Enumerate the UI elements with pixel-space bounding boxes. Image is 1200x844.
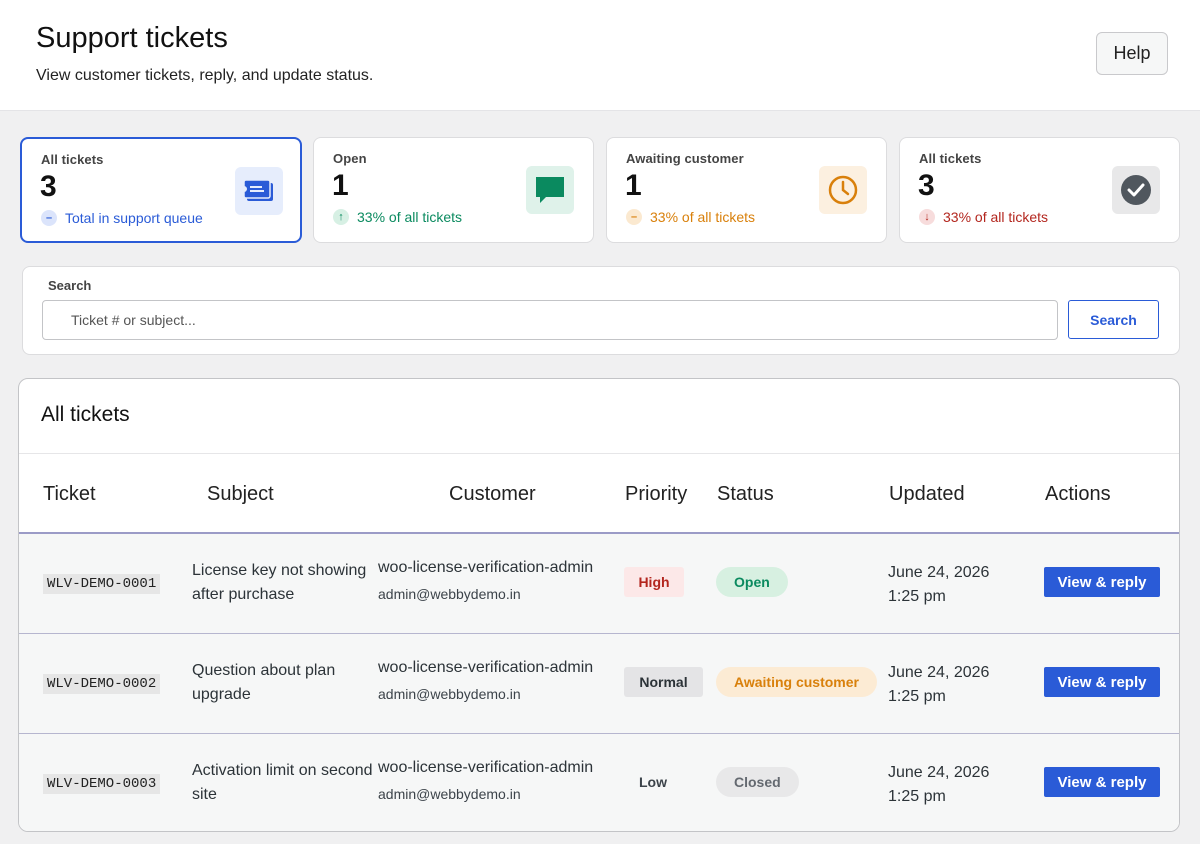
column-header-customer: Customer [449, 483, 536, 505]
card-trend: – 33% of all tickets [626, 209, 755, 225]
updated-timestamp: June 24, 2026 1:25 pm [888, 761, 989, 809]
priority-badge: Low [639, 774, 667, 790]
column-header-subject: Subject [207, 483, 274, 505]
search-panel: Search Search [22, 266, 1180, 355]
priority-badge: High [624, 567, 684, 597]
search-input[interactable] [42, 300, 1058, 340]
ticket-icon [235, 167, 283, 215]
table-title: All tickets [41, 403, 130, 426]
page-title: Support tickets [36, 22, 228, 54]
stat-card-all-tickets[interactable]: All tickets 3 – Total in support queue [20, 137, 302, 243]
chat-bubble-icon [526, 166, 574, 214]
status-badge: Closed [716, 767, 799, 797]
card-count: 1 [625, 169, 642, 202]
stat-card-closed[interactable]: All tickets 3 ↓ 33% of all tickets [899, 137, 1180, 243]
card-trend-text: 33% of all tickets [357, 209, 463, 225]
ticket-id: WLV-DEMO-0001 [43, 574, 161, 594]
customer-name: woo-license-verification-admin [378, 759, 594, 776]
ticket-id: WLV-DEMO-0003 [43, 774, 161, 794]
updated-date: June 24, 2026 [888, 564, 990, 581]
minus-icon: – [41, 210, 57, 226]
updated-time: 1:25 pm [888, 688, 946, 705]
page-header: Support tickets View customer tickets, r… [0, 0, 1200, 111]
arrow-up-icon: ↑ [333, 209, 349, 225]
minus-icon: – [626, 209, 642, 225]
column-header-updated: Updated [889, 483, 965, 505]
card-label: Open [333, 151, 367, 166]
updated-timestamp: June 24, 2026 1:25 pm [888, 661, 989, 709]
column-header-ticket: Ticket [43, 483, 96, 505]
column-header-priority: Priority [625, 483, 688, 505]
search-button[interactable]: Search [1068, 300, 1159, 339]
view-reply-button[interactable]: View & reply [1044, 667, 1160, 697]
card-label: All tickets [41, 152, 104, 167]
customer-email: admin@webbydemo.in [378, 786, 521, 802]
arrow-down-icon: ↓ [919, 209, 935, 225]
updated-date: June 24, 2026 [888, 764, 990, 781]
customer-name: woo-license-verification-admin [378, 659, 594, 676]
customer-name: woo-license-verification-admin [378, 559, 594, 576]
status-badge: Open [716, 567, 788, 597]
table-row: WLV-DEMO-0003 Activation limit on second… [19, 734, 1179, 831]
stat-card-awaiting-customer[interactable]: Awaiting customer 1 – 33% of all tickets [606, 137, 887, 243]
column-header-status: Status [717, 483, 774, 505]
column-header-actions: Actions [1045, 483, 1111, 505]
customer-email: admin@webbydemo.in [378, 686, 521, 702]
tickets-table-panel: All tickets Ticket Subject Customer Prio… [18, 378, 1180, 832]
updated-timestamp: June 24, 2026 1:25 pm [888, 561, 989, 609]
updated-time: 1:25 pm [888, 788, 946, 805]
status-badge: Awaiting customer [716, 667, 877, 697]
customer-email: admin@webbydemo.in [378, 586, 521, 602]
card-label: All tickets [919, 151, 982, 166]
stat-card-open[interactable]: Open 1 ↑ 33% of all tickets [313, 137, 594, 243]
divider [19, 453, 1179, 454]
clock-icon [819, 166, 867, 214]
search-label: Search [48, 278, 92, 293]
ticket-subject: Activation limit on second site [192, 762, 373, 803]
check-circle-icon [1112, 166, 1160, 214]
table-row: WLV-DEMO-0002 Question about plan upgrad… [19, 634, 1179, 734]
card-trend: ↑ 33% of all tickets [333, 209, 462, 225]
card-trend-text: 33% of all tickets [943, 209, 1049, 225]
updated-time: 1:25 pm [888, 588, 946, 605]
card-trend: ↓ 33% of all tickets [919, 209, 1048, 225]
updated-date: June 24, 2026 [888, 664, 990, 681]
ticket-subject: Question about plan upgrade [192, 662, 336, 703]
table-row: WLV-DEMO-0001 License key not showing af… [19, 534, 1179, 634]
page-subtitle: View customer tickets, reply, and update… [36, 67, 374, 84]
card-count: 3 [40, 170, 57, 203]
priority-badge: Normal [624, 667, 703, 697]
view-reply-button[interactable]: View & reply [1044, 567, 1160, 597]
ticket-subject: License key not showing after purchase [192, 562, 367, 603]
card-count: 1 [332, 169, 349, 202]
view-reply-button[interactable]: View & reply [1044, 767, 1160, 797]
card-trend-text: 33% of all tickets [650, 209, 756, 225]
card-count: 3 [918, 169, 935, 202]
help-button[interactable]: Help [1096, 32, 1168, 75]
card-label: Awaiting customer [626, 151, 744, 166]
ticket-id: WLV-DEMO-0002 [43, 674, 161, 694]
card-trend-text: Total in support queue [65, 210, 203, 226]
card-trend: – Total in support queue [41, 210, 203, 226]
